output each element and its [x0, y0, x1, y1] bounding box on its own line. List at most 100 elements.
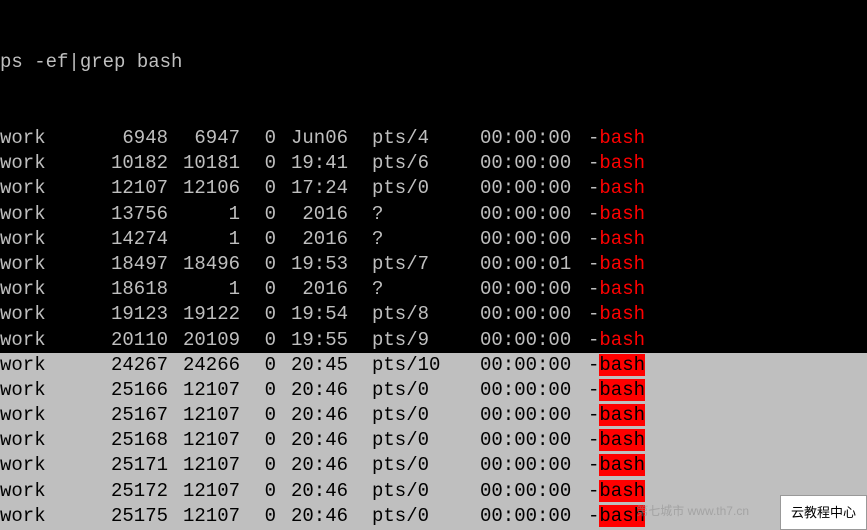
- badge: 云教程中心: [780, 495, 867, 530]
- table-row: work13756102016 ?00:00:00 -bash: [0, 202, 867, 227]
- stime: 2016: [276, 227, 348, 252]
- cmd-prefix: -: [588, 505, 599, 527]
- cmd: -bash: [588, 353, 867, 378]
- pid: 24267: [96, 353, 168, 378]
- cmd-prefix: -: [588, 480, 599, 502]
- stime: 20:45: [276, 353, 348, 378]
- time: 00:00:00: [480, 151, 576, 176]
- cmd: -bash: [588, 126, 867, 151]
- pid: 20110: [96, 328, 168, 353]
- time: 00:00:00: [480, 353, 576, 378]
- time: 00:00:00: [480, 428, 576, 453]
- user: work: [0, 302, 96, 327]
- c: 0: [240, 151, 276, 176]
- c: 0: [240, 428, 276, 453]
- cmd-prefix: -: [588, 303, 599, 325]
- ppid: 24266: [168, 353, 240, 378]
- terminal[interactable]: ps -ef|grep bash work694869470Jun06 pts/…: [0, 0, 867, 530]
- ppid: 12107: [168, 479, 240, 504]
- pid: 6948: [96, 126, 168, 151]
- pid: 25166: [96, 378, 168, 403]
- highlight: bash: [599, 303, 645, 325]
- cmd: -bash: [588, 378, 867, 403]
- time: 00:00:00: [480, 176, 576, 201]
- user: work: [0, 479, 96, 504]
- cmd-prefix: -: [588, 429, 599, 451]
- stime: 2016: [276, 277, 348, 302]
- cmd-prefix: -: [588, 253, 599, 275]
- ppid: 12107: [168, 403, 240, 428]
- tty: pts/9: [372, 328, 456, 353]
- pid: 25171: [96, 453, 168, 478]
- tty: ?: [372, 277, 456, 302]
- ppid: 1: [168, 277, 240, 302]
- highlight: bash: [599, 429, 645, 451]
- pid: 25168: [96, 428, 168, 453]
- ppid: 12107: [168, 453, 240, 478]
- user: work: [0, 504, 96, 529]
- cmd-prefix: -: [588, 404, 599, 426]
- time: 00:00:00: [480, 479, 576, 504]
- stime: 17:24: [276, 176, 348, 201]
- ppid: 18496: [168, 252, 240, 277]
- highlight: bash: [599, 278, 645, 300]
- stime: 19:54: [276, 302, 348, 327]
- user: work: [0, 227, 96, 252]
- stime: 20:46: [276, 479, 348, 504]
- c: 0: [240, 378, 276, 403]
- highlight: bash: [599, 228, 645, 250]
- pid: 25172: [96, 479, 168, 504]
- cmd: -bash: [588, 277, 867, 302]
- stime: 20:46: [276, 504, 348, 529]
- stime: 20:46: [276, 378, 348, 403]
- table-row: work1210712106017:24 pts/000:00:00 -bash: [0, 176, 867, 201]
- pid: 10182: [96, 151, 168, 176]
- pid: 13756: [96, 202, 168, 227]
- highlight: bash: [599, 253, 645, 275]
- time: 00:00:01: [480, 252, 576, 277]
- cmd-prefix: -: [588, 228, 599, 250]
- cmd-prefix: -: [588, 177, 599, 199]
- time: 00:00:00: [480, 126, 576, 151]
- c: 0: [240, 403, 276, 428]
- table-row: work1912319122019:54 pts/800:00:00 -bash: [0, 302, 867, 327]
- tty: pts/6: [372, 151, 456, 176]
- table-row: work2426724266020:45 pts/1000:00:00 -bas…: [0, 353, 867, 378]
- pid: 14274: [96, 227, 168, 252]
- tty: pts/0: [372, 428, 456, 453]
- c: 0: [240, 353, 276, 378]
- table-row: work14274102016 ?00:00:00 -bash: [0, 227, 867, 252]
- user: work: [0, 202, 96, 227]
- user: work: [0, 126, 96, 151]
- c: 0: [240, 252, 276, 277]
- table-row: work2516712107020:46 pts/000:00:00 -bash: [0, 403, 867, 428]
- stime: 20:46: [276, 453, 348, 478]
- c: 0: [240, 176, 276, 201]
- ppid: 12106: [168, 176, 240, 201]
- tty: pts/0: [372, 504, 456, 529]
- ppid: 20109: [168, 328, 240, 353]
- tty: ?: [372, 202, 456, 227]
- highlight: bash: [599, 203, 645, 225]
- table-row: work2011020109019:55 pts/900:00:00 -bash: [0, 328, 867, 353]
- time: 00:00:00: [480, 202, 576, 227]
- cmd-prefix: -: [588, 454, 599, 476]
- tty: pts/4: [372, 126, 456, 151]
- table-row: work2516812107020:46 pts/000:00:00 -bash: [0, 428, 867, 453]
- table-row: work2517512107020:46 pts/000:00:00 -bash: [0, 504, 867, 529]
- cmd-prefix: -: [588, 152, 599, 174]
- time: 00:00:00: [480, 277, 576, 302]
- time: 00:00:00: [480, 403, 576, 428]
- pid: 18618: [96, 277, 168, 302]
- c: 0: [240, 202, 276, 227]
- user: work: [0, 428, 96, 453]
- user: work: [0, 176, 96, 201]
- highlight: bash: [599, 152, 645, 174]
- table-row: work2517212107020:46 pts/000:00:00 -bash: [0, 479, 867, 504]
- tty: pts/0: [372, 176, 456, 201]
- time: 00:00:00: [480, 504, 576, 529]
- stime: 19:55: [276, 328, 348, 353]
- cmd-prefix: -: [588, 329, 599, 351]
- highlight: bash: [599, 379, 645, 401]
- highlight: bash: [599, 127, 645, 149]
